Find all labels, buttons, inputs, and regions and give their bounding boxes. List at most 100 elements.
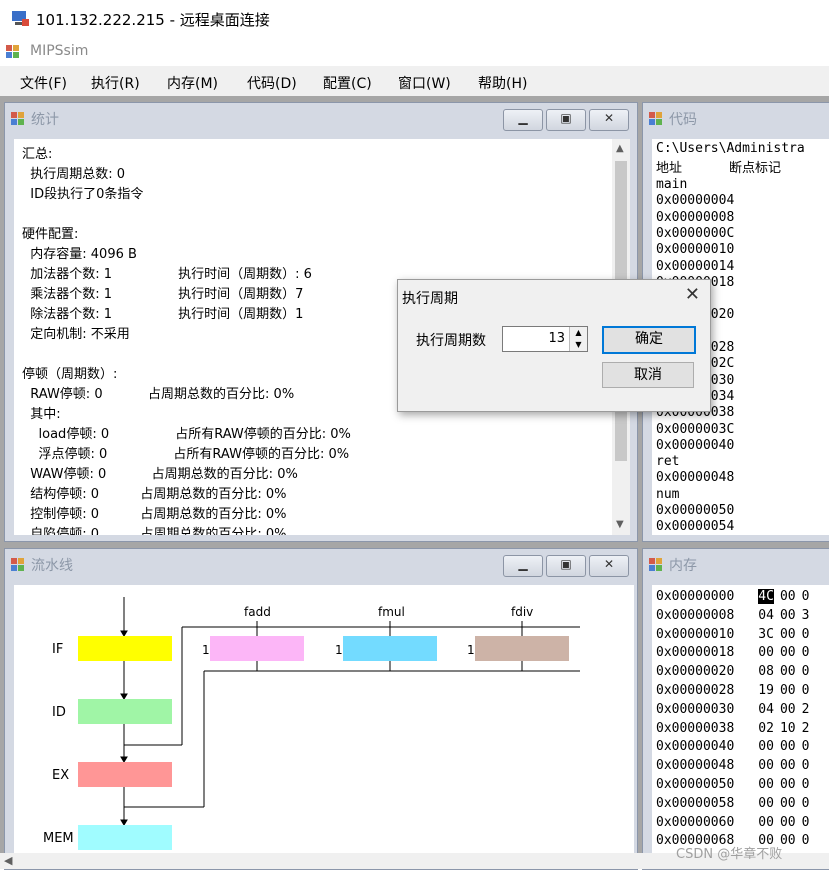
memory-byte[interactable]: 04 [758, 608, 774, 623]
dialog-close-icon[interactable]: ✕ [685, 284, 700, 305]
code-line[interactable]: main [656, 177, 687, 192]
memory-row[interactable]: 0x00000058 00 00 0 [656, 796, 809, 811]
memory-byte[interactable]: 00 [780, 589, 796, 604]
code-line[interactable]: 0x00000014 [656, 259, 734, 274]
code-line[interactable]: 0x00000050 [656, 503, 734, 518]
memory-byte[interactable]: 19 [758, 683, 774, 698]
scroll-down-icon[interactable]: ▼ [616, 519, 624, 530]
minimize-button[interactable]: ▁ [503, 555, 543, 577]
memory-byte[interactable]: 00 [780, 833, 796, 848]
memory-byte[interactable]: 00 [758, 739, 774, 754]
minimize-button[interactable]: ▁ [503, 109, 543, 131]
memory-row[interactable]: 0x00000020 08 00 0 [656, 664, 809, 679]
memory-byte[interactable]: 10 [780, 721, 796, 736]
stepper-arrows[interactable]: ▲ ▼ [569, 327, 587, 351]
code-line[interactable]: 0x00000040 [656, 438, 734, 453]
memory-byte[interactable]: 0 [802, 645, 810, 660]
memory-byte[interactable]: 00 [780, 664, 796, 679]
memory-byte[interactable]: 00 [780, 777, 796, 792]
memory-row[interactable]: 0x00000028 19 00 0 [656, 683, 809, 698]
memory-byte[interactable]: 0 [802, 739, 810, 754]
memory-byte[interactable]: 00 [758, 796, 774, 811]
memory-byte[interactable]: 00 [758, 815, 774, 830]
cancel-button[interactable]: 取消 [602, 362, 694, 388]
memory-byte[interactable]: 08 [758, 664, 774, 679]
scroll-left-icon[interactable]: ◀ [4, 854, 12, 867]
stepper-down-icon[interactable]: ▼ [570, 339, 587, 351]
menu-window[interactable]: 窗口(W) [398, 73, 451, 93]
ok-button[interactable]: 确定 [602, 326, 696, 354]
window-icon [649, 558, 663, 572]
code-line[interactable]: 0x00000008 [656, 210, 734, 225]
code-line[interactable]: ret [656, 454, 679, 469]
unit-fmul-box [343, 636, 437, 661]
memory-byte[interactable]: 2 [802, 721, 810, 736]
code-line[interactable]: 0x00000048 [656, 470, 734, 485]
memory-byte[interactable]: 0 [802, 833, 810, 848]
menu-code[interactable]: 代码(D) [247, 73, 297, 93]
memory-byte[interactable]: 00 [780, 758, 796, 773]
memory-row[interactable]: 0x00000030 04 00 2 [656, 702, 809, 717]
menu-file[interactable]: 文件(F) [20, 73, 67, 93]
memory-byte[interactable]: 00 [780, 627, 796, 642]
memory-row[interactable]: 0x00000000 4C 00 0 [656, 589, 809, 604]
unit-label-fadd: fadd [244, 605, 271, 619]
memory-byte[interactable]: 0 [802, 758, 810, 773]
memory-byte[interactable]: 00 [780, 815, 796, 830]
memory-byte[interactable]: 3 [802, 608, 810, 623]
memory-byte[interactable]: 00 [780, 739, 796, 754]
cycles-value[interactable]: 13 [548, 331, 565, 346]
memory-row[interactable]: 0x00000040 00 00 0 [656, 739, 809, 754]
dialog-title: 执行周期 [402, 291, 458, 307]
code-line[interactable]: 0x0000000C [656, 226, 734, 241]
memory-byte[interactable]: 0 [802, 589, 810, 604]
memory-row[interactable]: 0x00000018 00 00 0 [656, 645, 809, 660]
memory-byte[interactable]: 02 [758, 721, 774, 736]
menu-memory[interactable]: 内存(M) [167, 73, 218, 93]
memory-byte[interactable]: 00 [758, 645, 774, 660]
close-button[interactable]: ✕ [589, 555, 629, 577]
code-line[interactable]: 0x0000003C [656, 422, 734, 437]
code-line[interactable]: 0x00000004 [656, 193, 734, 208]
memory-byte[interactable]: 00 [780, 796, 796, 811]
memory-row[interactable]: 0x00000048 00 00 0 [656, 758, 809, 773]
memory-dump[interactable]: 0x00000000 4C 00 0 0x00000008 04 00 3 0x00000010… [652, 585, 829, 867]
stats-line: 乘法器个数: 1 执行时间（周期数）7 [22, 287, 304, 302]
memory-row[interactable]: 0x00000038 02 10 2 [656, 721, 809, 736]
memory-byte[interactable]: 04 [758, 702, 774, 717]
memory-row[interactable]: 0x00000010 3C 00 0 [656, 627, 809, 642]
memory-byte[interactable]: 2 [802, 702, 810, 717]
code-line[interactable]: num [656, 487, 679, 502]
memory-byte[interactable]: 4C [758, 589, 774, 604]
minimize-icon: ▁ [518, 111, 528, 125]
menu-help[interactable]: 帮助(H) [478, 73, 527, 93]
stats-line: 硬件配置: [22, 227, 79, 242]
memory-byte[interactable]: 00 [780, 608, 796, 623]
memory-byte[interactable]: 0 [802, 683, 810, 698]
memory-byte[interactable]: 3C [758, 627, 774, 642]
memory-row[interactable]: 0x00000050 00 00 0 [656, 777, 809, 792]
menu-run[interactable]: 执行(R) [91, 73, 140, 93]
maximize-button[interactable]: ▣ [546, 555, 586, 577]
memory-byte[interactable]: 0 [802, 664, 810, 679]
cycles-stepper[interactable]: 13 ▲ ▼ [502, 326, 588, 352]
memory-byte[interactable]: 0 [802, 627, 810, 642]
memory-byte[interactable]: 0 [802, 815, 810, 830]
close-button[interactable]: ✕ [589, 109, 629, 131]
code-line[interactable]: 0x00000054 [656, 519, 734, 534]
memory-row[interactable]: 0x00000008 04 00 3 [656, 608, 809, 623]
memory-byte[interactable]: 00 [780, 645, 796, 660]
memory-byte[interactable]: 00 [758, 758, 774, 773]
code-line[interactable]: 0x00000010 [656, 242, 734, 257]
memory-byte[interactable]: 00 [780, 683, 796, 698]
memory-byte[interactable]: 0 [802, 777, 810, 792]
memory-byte[interactable]: 0 [802, 796, 810, 811]
memory-byte[interactable]: 00 [758, 777, 774, 792]
pipeline-svg: IF ID EX MEM fadd fmul fdiv 1 1 1 [43, 597, 580, 850]
scroll-up-icon[interactable]: ▲ [616, 143, 624, 154]
memory-byte[interactable]: 00 [780, 702, 796, 717]
memory-row[interactable]: 0x00000060 00 00 0 [656, 815, 809, 830]
maximize-button[interactable]: ▣ [546, 109, 586, 131]
menu-config[interactable]: 配置(C) [323, 73, 372, 93]
stepper-up-icon[interactable]: ▲ [570, 327, 587, 339]
